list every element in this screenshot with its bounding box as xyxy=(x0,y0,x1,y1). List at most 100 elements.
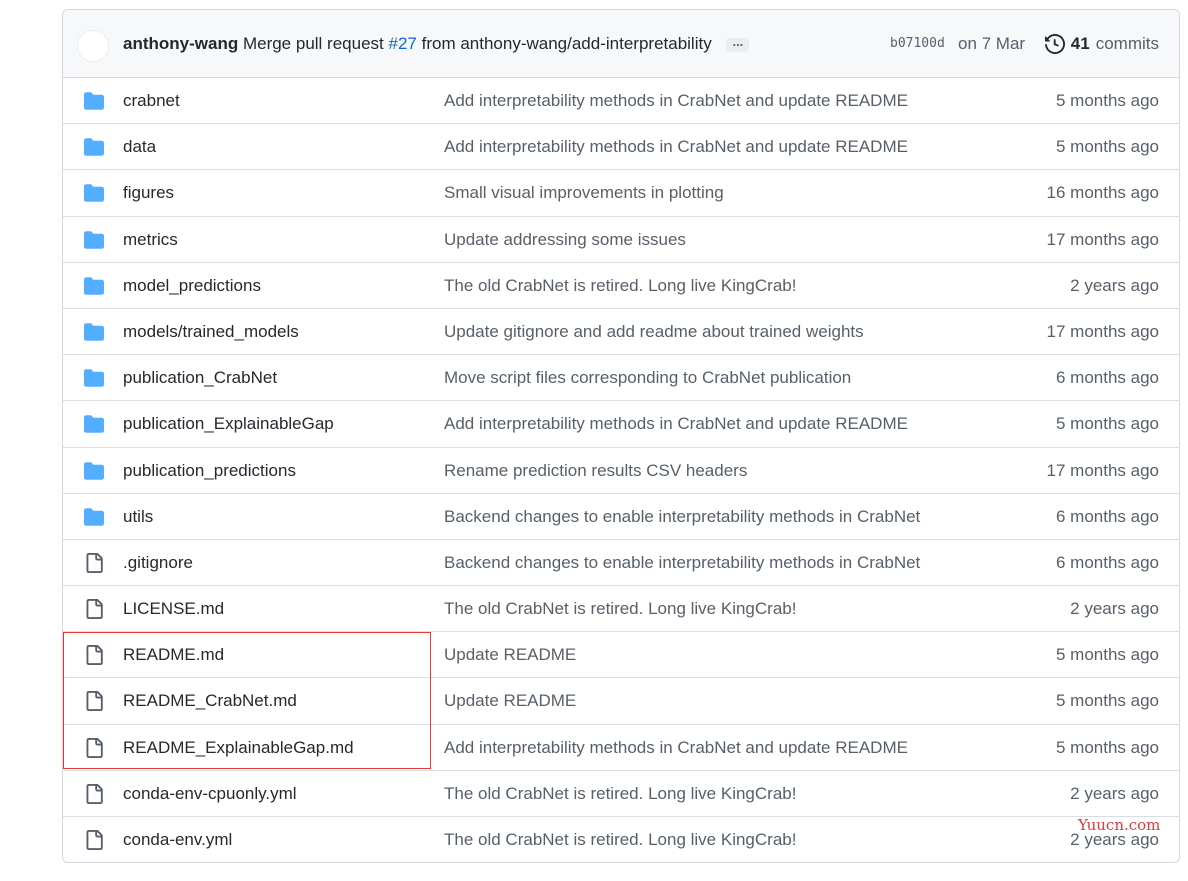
file-age: 5 months ago xyxy=(1055,691,1159,711)
file-name-link[interactable]: models/trained_models xyxy=(123,320,299,344)
commit-summary: anthony-wang Merge pull request #27 from… xyxy=(123,32,750,56)
file-name-link[interactable]: conda-env.yml xyxy=(123,828,232,852)
file-icon xyxy=(86,691,103,712)
file-name-link[interactable]: .gitignore xyxy=(123,551,193,575)
file-age: 5 months ago xyxy=(1055,737,1159,757)
file-name-link[interactable]: README.md xyxy=(123,643,224,667)
file-age: 2 years ago xyxy=(1070,783,1159,803)
file-row[interactable]: metrics Update addressing some issues 17 m… xyxy=(63,217,1179,263)
file-row[interactable]: model_predictions The old CrabNet is reti… xyxy=(63,263,1179,309)
file-commit-message-link[interactable]: The old CrabNet is retired. Long live Ki… xyxy=(444,828,796,852)
folder-icon xyxy=(84,369,104,387)
file-age: 6 months ago xyxy=(1055,506,1159,526)
file-commit-message-link[interactable]: Update README xyxy=(444,689,576,713)
file-name-link[interactable]: metrics xyxy=(123,228,178,252)
file-name-link[interactable]: data xyxy=(123,135,156,159)
file-row[interactable]: conda-env-cpuonly.yml The old CrabNet is … xyxy=(63,771,1179,817)
avatar[interactable] xyxy=(77,30,109,62)
file-name-link[interactable]: model_predictions xyxy=(123,274,261,298)
folder-icon xyxy=(84,230,104,249)
file-age: 6 months ago xyxy=(1055,368,1159,388)
file-icon xyxy=(86,599,103,620)
file-row[interactable]: utils Backend changes to enable interpret… xyxy=(63,494,1179,540)
history-icon xyxy=(1044,34,1065,54)
file-name-link[interactable]: publication_CrabNet xyxy=(123,366,277,390)
file-row[interactable]: models/trained_models Update gitignore an… xyxy=(63,309,1179,356)
file-age: 17 months ago xyxy=(1046,460,1159,480)
file-name-link[interactable]: README_CrabNet.md xyxy=(123,689,297,713)
file-name-link[interactable]: README_ExplainableGap.md xyxy=(123,736,354,760)
file-icon xyxy=(86,783,103,804)
file-age: 17 months ago xyxy=(1046,321,1159,341)
file-name-link[interactable]: crabnet xyxy=(123,89,180,113)
file-commit-message-link[interactable]: Add interpretability methods in CrabNet … xyxy=(444,135,908,159)
watermark: Yuucn.com xyxy=(1078,816,1161,834)
file-commit-message-link[interactable]: Add interpretability methods in CrabNet … xyxy=(444,736,908,760)
commit-sha-link[interactable]: b07100d xyxy=(890,36,945,51)
file-age: 5 months ago xyxy=(1055,91,1159,110)
file-row[interactable]: LICENSE.md The old CrabNet is retired. Lo… xyxy=(63,586,1179,633)
file-commit-message-link[interactable]: Update gitignore and add readme about tr… xyxy=(444,320,864,344)
commit-date: on 7 Mar xyxy=(958,34,1026,53)
folder-icon xyxy=(84,277,104,295)
file-age: 2 years ago xyxy=(1070,599,1159,619)
file-age: 5 months ago xyxy=(1055,414,1159,434)
file-list: crabnet Add interpretability methods in C… xyxy=(63,78,1179,862)
pull-request-link[interactable]: #27 xyxy=(389,34,417,53)
file-commit-message-link[interactable]: Backend changes to enable interpretabili… xyxy=(444,505,920,529)
file-age: 5 months ago xyxy=(1055,137,1159,157)
file-age: 17 months ago xyxy=(1046,229,1159,249)
folder-icon xyxy=(84,138,104,156)
file-icon xyxy=(86,645,103,666)
file-row[interactable]: .gitignore Backend changes to enable inte… xyxy=(63,540,1179,587)
file-commit-message-link[interactable]: Small visual improvements in plotting xyxy=(444,181,724,205)
file-row[interactable]: crabnet Add interpretability methods in C… xyxy=(63,78,1179,125)
commit-author-link[interactable]: anthony-wang xyxy=(123,34,238,53)
file-row[interactable]: data Add interpretability methods in Crab… xyxy=(63,124,1179,171)
commit-count: 41 xyxy=(1070,34,1090,53)
folder-icon xyxy=(84,323,104,341)
file-icon xyxy=(86,552,103,573)
file-age: 16 months ago xyxy=(1046,183,1159,203)
folder-icon xyxy=(84,415,104,434)
file-commit-message-link[interactable]: Update README xyxy=(444,643,576,667)
file-commit-message-link[interactable]: Backend changes to enable interpretabili… xyxy=(444,551,920,575)
folder-icon xyxy=(84,507,104,526)
file-name-link[interactable]: figures xyxy=(123,181,174,205)
file-commit-message-link[interactable]: Add interpretability methods in CrabNet … xyxy=(444,412,908,436)
latest-commit-bar: anthony-wang Merge pull request #27 from… xyxy=(63,10,1179,78)
file-commit-message-link[interactable]: Add interpretability methods in CrabNet … xyxy=(444,89,908,113)
file-row[interactable]: publication_ExplainableGap Add interpreta… xyxy=(63,401,1179,448)
expand-commit-message-button[interactable]: ... xyxy=(726,35,750,52)
file-name-link[interactable]: publication_predictions xyxy=(123,459,296,483)
file-name-link[interactable]: publication_ExplainableGap xyxy=(123,412,334,436)
folder-icon xyxy=(84,184,104,203)
file-commit-message-link[interactable]: Update addressing some issues xyxy=(444,228,686,252)
file-name-link[interactable]: conda-env-cpuonly.yml xyxy=(123,782,297,806)
repo-file-browser: anthony-wang Merge pull request #27 from… xyxy=(62,9,1180,863)
commit-message-prefix[interactable]: Merge pull request xyxy=(243,34,384,53)
file-row[interactable]: figures Small visual improvements in plot… xyxy=(63,170,1179,217)
file-commit-message-link[interactable]: Move script files corresponding to CrabN… xyxy=(444,366,851,390)
commit-count-label: commits xyxy=(1095,34,1159,53)
file-age: 6 months ago xyxy=(1055,552,1159,572)
file-name-link[interactable]: LICENSE.md xyxy=(123,597,224,621)
commit-message-suffix[interactable]: from anthony-wang/add-interpretability xyxy=(422,34,712,53)
file-commit-message-link[interactable]: The old CrabNet is retired. Long live Ki… xyxy=(444,274,796,298)
file-row[interactable]: conda-env.yml The old CrabNet is retired.… xyxy=(63,817,1179,862)
folder-icon xyxy=(84,461,104,480)
file-row[interactable]: publication_predictions Rename prediction… xyxy=(63,448,1179,494)
commits-history-link[interactable]: 41 commits xyxy=(1044,32,1159,56)
file-row[interactable]: README_CrabNet.md Update README 5 months a… xyxy=(63,678,1179,725)
file-age: 2 years ago xyxy=(1070,275,1159,295)
file-commit-message-link[interactable]: Rename prediction results CSV headers xyxy=(444,459,747,483)
file-name-link[interactable]: utils xyxy=(123,505,153,529)
file-icon xyxy=(86,737,103,758)
file-icon xyxy=(86,830,103,850)
file-row[interactable]: README_ExplainableGap.md Add interpretabi… xyxy=(63,725,1179,771)
file-commit-message-link[interactable]: The old CrabNet is retired. Long live Ki… xyxy=(444,782,796,806)
file-row[interactable]: publication_CrabNet Move script files cor… xyxy=(63,355,1179,402)
file-commit-message-link[interactable]: The old CrabNet is retired. Long live Ki… xyxy=(444,597,796,621)
file-row[interactable]: README.md Update README 5 months ago xyxy=(63,632,1179,679)
folder-icon xyxy=(84,92,104,110)
